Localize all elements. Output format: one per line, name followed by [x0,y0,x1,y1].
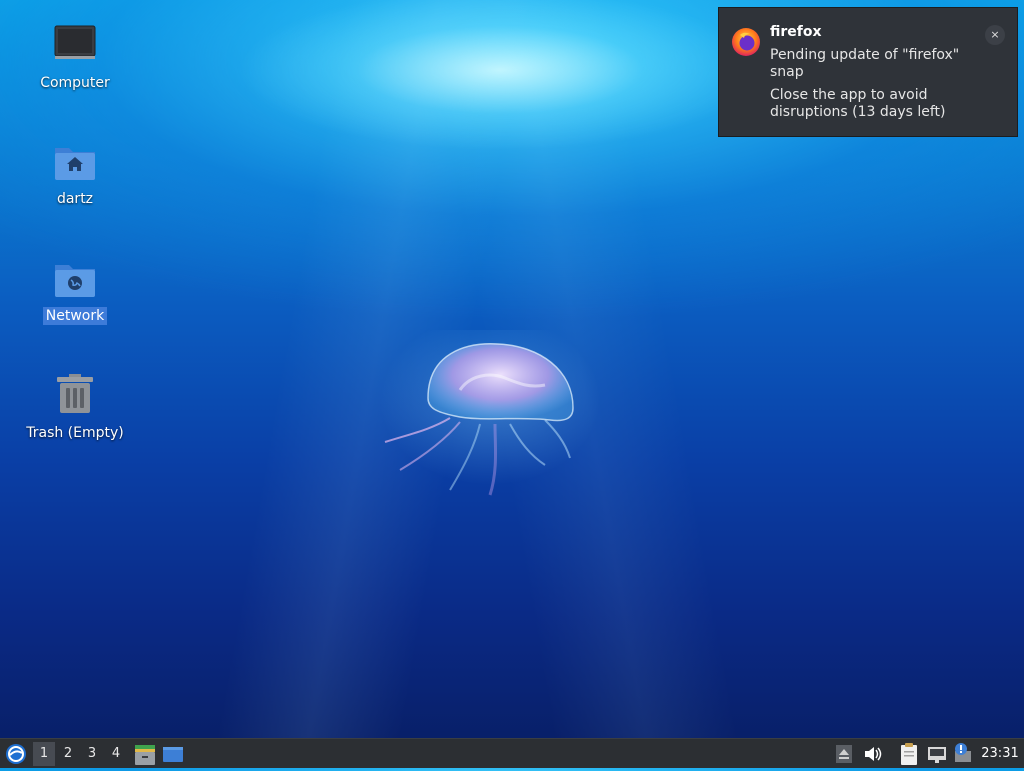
network-icon[interactable] [926,741,948,767]
network-folder-icon [51,255,99,303]
computer-icon [51,22,99,70]
taskbar: 1 2 3 4 23:31 [0,738,1024,768]
update-notification[interactable]: firefox Pending update of "firefox" snap… [718,7,1018,137]
desktop-icon-label: Computer [40,75,110,91]
trash-icon [51,372,99,420]
firefox-icon [731,27,761,57]
desktop-icon-label: Network [42,307,108,325]
desktop-icon-computer[interactable]: Computer [20,22,130,92]
clock[interactable]: 23:31 [976,739,1024,769]
workspace-1-button[interactable]: 1 [33,742,55,766]
desktop-icon-label: Trash (Empty) [26,425,124,441]
desktop-icon-network[interactable]: Network [20,255,130,325]
jellyfish-wallpaper-image [380,330,600,496]
eject-icon[interactable] [834,741,854,767]
update-notifier-icon[interactable] [952,741,974,767]
clipboard-icon[interactable] [898,741,920,767]
desktop-icon-label: dartz [56,191,94,207]
workspace-4-button[interactable]: 4 [105,742,127,766]
notification-detail: Close the app to avoid disruptions (13 d… [770,87,946,120]
workspace-3-button[interactable]: 3 [81,742,103,766]
desktop-icon-trash[interactable]: Trash (Empty) [20,372,130,442]
file-manager-icon[interactable] [134,741,156,767]
notification-close-button[interactable]: × [985,25,1005,45]
show-desktop-icon[interactable] [162,741,184,767]
desktop-icon-home-folder[interactable]: dartz [20,138,130,208]
notification-title: firefox [770,24,822,40]
notification-message: Pending update of "firefox" snap [770,47,960,80]
volume-icon[interactable] [862,741,884,767]
home-folder-icon [51,138,99,186]
lubuntu-start-icon[interactable] [4,741,28,767]
workspace-2-button[interactable]: 2 [57,742,79,766]
